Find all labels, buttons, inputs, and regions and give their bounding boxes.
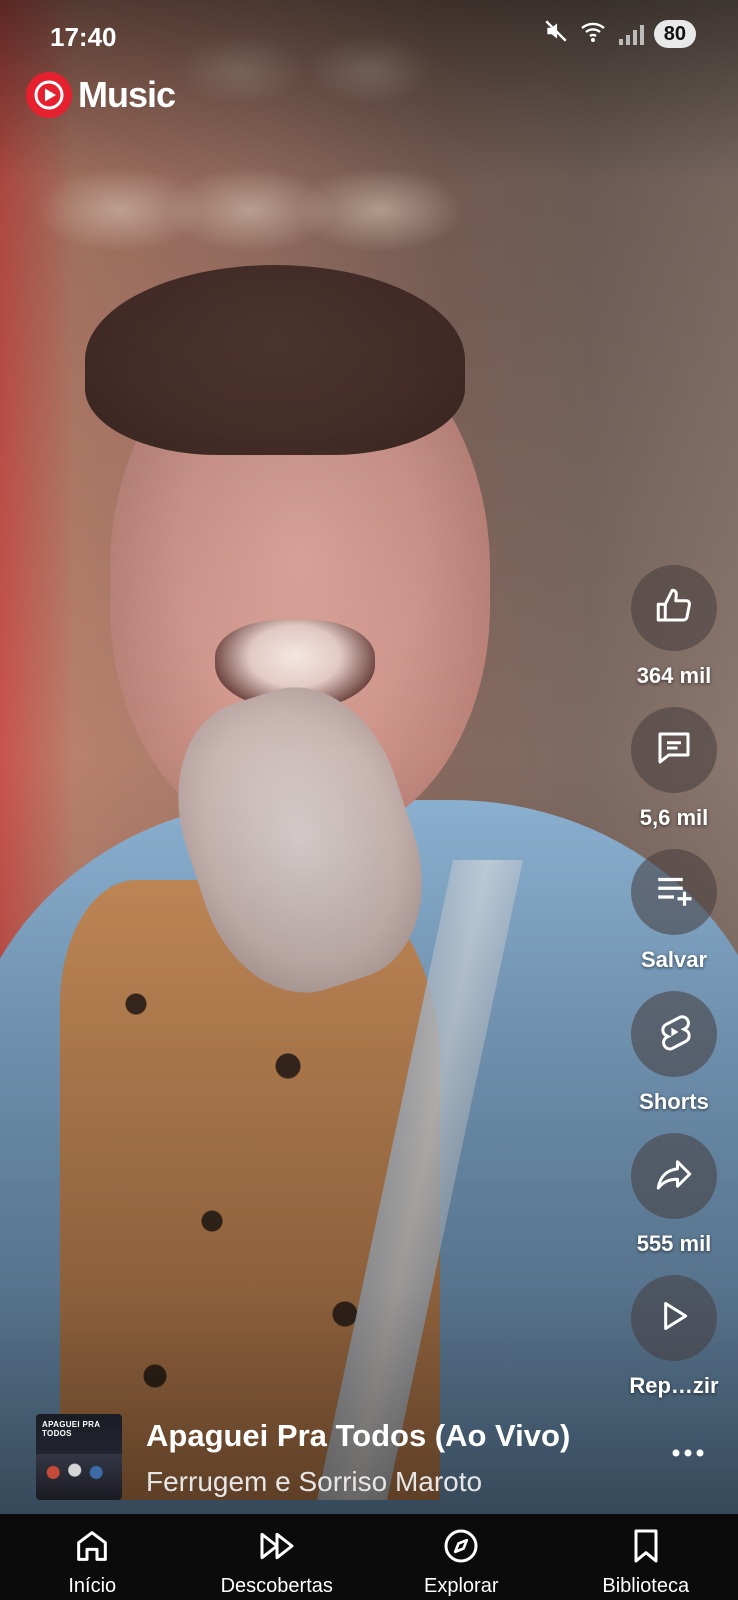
home-icon [72, 1526, 112, 1571]
nav-library[interactable]: Biblioteca [554, 1514, 738, 1598]
play-action[interactable]: Rep…zir [622, 1275, 726, 1417]
like-count: 364 mil [636, 663, 712, 688]
track-artist[interactable]: Ferrugem e Sorriso Maroto [146, 1466, 482, 1498]
wifi-icon [579, 18, 609, 49]
share-icon [653, 1153, 695, 1200]
more-vert-icon [671, 1445, 705, 1463]
album-art-title: APAGUEI PRA TODOS [42, 1420, 100, 1438]
action-column: 364 mil 5,6 mil Salvar Shorts 555 mil Re… [622, 565, 726, 1417]
save-action[interactable]: Salvar [622, 849, 726, 991]
nav-explore-label: Explorar [424, 1575, 499, 1597]
comments-button[interactable] [631, 707, 717, 793]
compass-icon [441, 1526, 481, 1571]
play-button[interactable] [631, 1275, 717, 1361]
comment-icon [653, 727, 695, 774]
nav-home[interactable]: Início [0, 1514, 184, 1598]
nav-discover-label: Descobertas [220, 1575, 333, 1597]
nav-discover[interactable]: Descobertas [185, 1514, 369, 1598]
playlist-add-icon [653, 869, 695, 916]
save-button[interactable] [631, 849, 717, 935]
fast-forward-icon [257, 1526, 297, 1571]
youtube-music-logo[interactable]: Music [26, 72, 176, 118]
bottom-navigation: Início Descobertas Explorar Biblioteca [0, 1514, 738, 1600]
now-playing-bar[interactable]: APAGUEI PRA TODOS Apaguei Pra Todos (Ao … [36, 1414, 726, 1502]
comments-action[interactable]: 5,6 mil [622, 707, 726, 849]
share-button[interactable] [631, 1133, 717, 1219]
battery-indicator: 80 [653, 19, 696, 48]
mute-icon [543, 18, 569, 49]
nav-home-label: Início [68, 1575, 117, 1597]
album-art[interactable]: APAGUEI PRA TODOS [36, 1414, 122, 1500]
status-icons: 80 [543, 18, 696, 49]
shorts-icon [653, 1011, 695, 1058]
play-label: Rep…zir [629, 1373, 719, 1398]
more-options-button[interactable] [668, 1434, 708, 1474]
track-title[interactable]: Apaguei Pra Todos (Ao Vivo) [146, 1418, 570, 1454]
share-count: 555 mil [636, 1231, 712, 1256]
play-logo-icon [26, 72, 72, 118]
bookmark-icon [626, 1526, 666, 1571]
like-button[interactable] [631, 565, 717, 651]
logo-text: Music [78, 74, 176, 115]
comments-count: 5,6 mil [639, 805, 709, 830]
nav-explore[interactable]: Explorar [369, 1514, 553, 1598]
album-art-image [36, 1454, 122, 1500]
status-bar: 17:40 80 [0, 0, 738, 72]
play-icon [654, 1296, 694, 1341]
shorts-label: Shorts [639, 1089, 709, 1114]
status-time: 17:40 [50, 22, 117, 52]
thumb-up-icon [653, 585, 695, 632]
shorts-action[interactable]: Shorts [622, 991, 726, 1133]
signal-icon [618, 23, 644, 45]
nav-library-label: Biblioteca [602, 1575, 690, 1597]
like-action[interactable]: 364 mil [622, 565, 726, 707]
save-label: Salvar [640, 947, 708, 972]
share-action[interactable]: 555 mil [622, 1133, 726, 1275]
shorts-button[interactable] [631, 991, 717, 1077]
